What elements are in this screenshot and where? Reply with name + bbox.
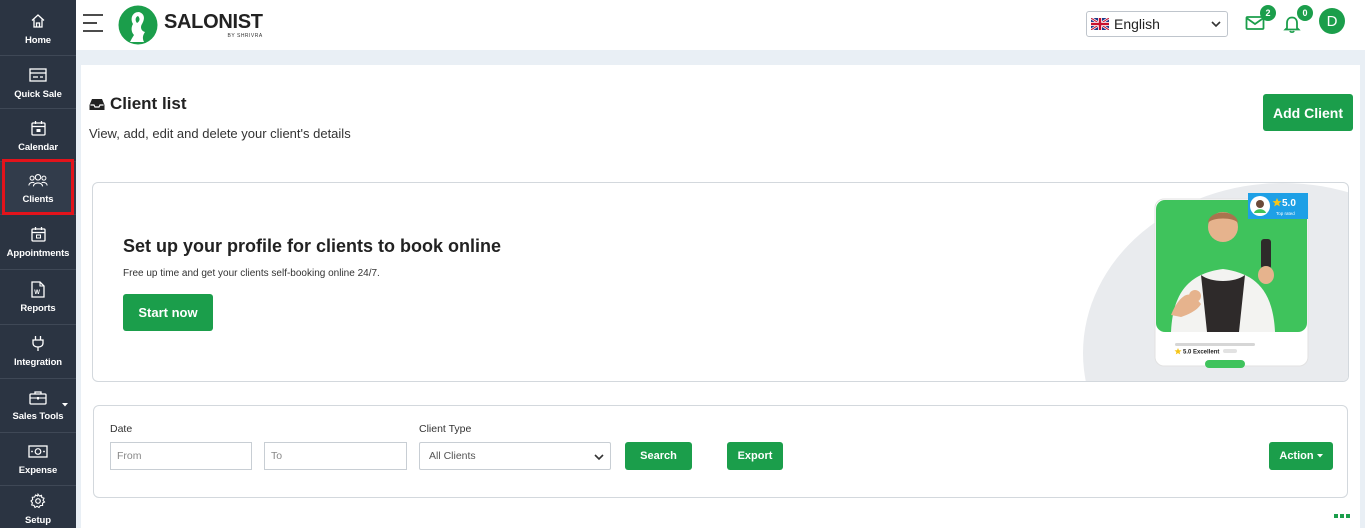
svg-text:W: W [34,290,40,296]
messages-count-badge: 2 [1260,5,1276,21]
gear-icon [28,491,48,511]
add-client-button[interactable]: Add Client [1263,94,1353,131]
calendar-icon [28,118,48,138]
chevron-down-icon [1211,21,1221,28]
menu-icon[interactable] [83,13,103,33]
brand-name: SALONIST [164,10,263,33]
client-filter-panel: Date From To Client Type All Clients Sea… [93,405,1348,498]
export-button[interactable]: Export [727,442,783,470]
salonist-logo-icon [118,5,158,45]
caret-down-icon [1316,454,1323,458]
date-to-input[interactable]: To [264,442,407,470]
sidebar-item-home[interactable]: Home [0,0,76,56]
action-dropdown-button[interactable]: Action [1269,442,1333,470]
appointments-icon [28,224,48,244]
rating-line: 5.0 Excellent [1183,350,1219,356]
page-subtitle: View, add, edit and delete your client's… [89,126,351,141]
sidebar-item-label: Quick Sale [14,89,62,100]
client-type-label: Client Type [419,423,472,435]
caret-down-icon [62,403,68,407]
reports-icon: W [28,279,48,299]
sidebar-item-expense[interactable]: Expense [0,433,76,486]
messages-button[interactable]: 2 [1245,5,1276,36]
briefcase-icon [28,387,48,407]
sidebar: Home Quick Sale Calendar Clients Appoint… [0,0,76,528]
page-title: Client list [89,94,187,114]
start-now-button[interactable]: Start now [123,294,213,331]
search-button[interactable]: Search [625,442,692,470]
language-select[interactable]: English [1086,11,1228,37]
sidebar-item-label: Calendar [18,142,58,153]
sidebar-item-integration[interactable]: Integration [0,325,76,379]
sidebar-item-label: Expense [18,465,58,476]
client-type-value: All Clients [429,450,476,462]
sidebar-item-label: Home [25,35,51,46]
banner-illustration: 5.0 Top rated 5.0 Excellent [1083,183,1348,381]
sidebar-item-calendar[interactable]: Calendar [0,109,76,162]
sidebar-item-quick-sale[interactable]: Quick Sale [0,56,76,109]
brand-wordmark: SALONIST BY SHRIVRA [164,12,263,39]
sidebar-item-label: Sales Tools [12,411,64,422]
banner-description: Free up time and get your clients self-b… [123,268,380,279]
date-label: Date [110,423,133,435]
sidebar-item-label: Reports [20,303,56,314]
notifications-count-badge: 0 [1297,5,1313,21]
date-from-input[interactable]: From [110,442,252,470]
sidebar-item-appointments[interactable]: Appointments [0,215,76,270]
brand-subtitle: BY SHRIVRA [227,32,263,39]
money-icon [28,441,48,461]
sidebar-item-label: Integration [14,357,62,368]
more-options-icon[interactable] [1334,514,1350,518]
uk-flag-icon [1091,18,1109,30]
sidebar-item-clients[interactable]: Clients [0,162,76,215]
home-icon [28,11,48,31]
notifications-button[interactable]: 0 [1282,5,1313,36]
plug-icon [28,333,48,353]
action-button-label: Action [1279,450,1314,462]
user-avatar[interactable]: D [1319,8,1345,34]
sidebar-item-label: Appointments [6,248,70,259]
inbox-icon [89,99,105,110]
topbar: SALONIST BY SHRIVRA English 2 0 D [76,0,1365,50]
sidebar-item-label: Clients [22,194,54,205]
sidebar-item-label: Setup [25,515,51,526]
chevron-down-icon [594,454,604,461]
language-value: English [1114,16,1160,32]
client-type-select[interactable]: All Clients [419,442,611,470]
rating-badge-value: 5.0 [1282,198,1296,209]
client-list-page: Client list View, add, edit and delete y… [81,65,1360,528]
sidebar-item-sales-tools[interactable]: Sales Tools [0,379,76,433]
rating-badge-sub: Top rated [1276,211,1295,216]
brand-logo[interactable]: SALONIST BY SHRIVRA [118,5,263,45]
online-booking-banner: Set up your profile for clients to book … [92,182,1349,382]
page-title-text: Client list [110,94,187,113]
sidebar-item-setup[interactable]: Setup [0,486,76,528]
quick-sale-icon [28,65,48,85]
banner-title: Set up your profile for clients to book … [123,236,502,256]
users-icon [28,170,48,190]
sidebar-item-reports[interactable]: W Reports [0,270,76,325]
